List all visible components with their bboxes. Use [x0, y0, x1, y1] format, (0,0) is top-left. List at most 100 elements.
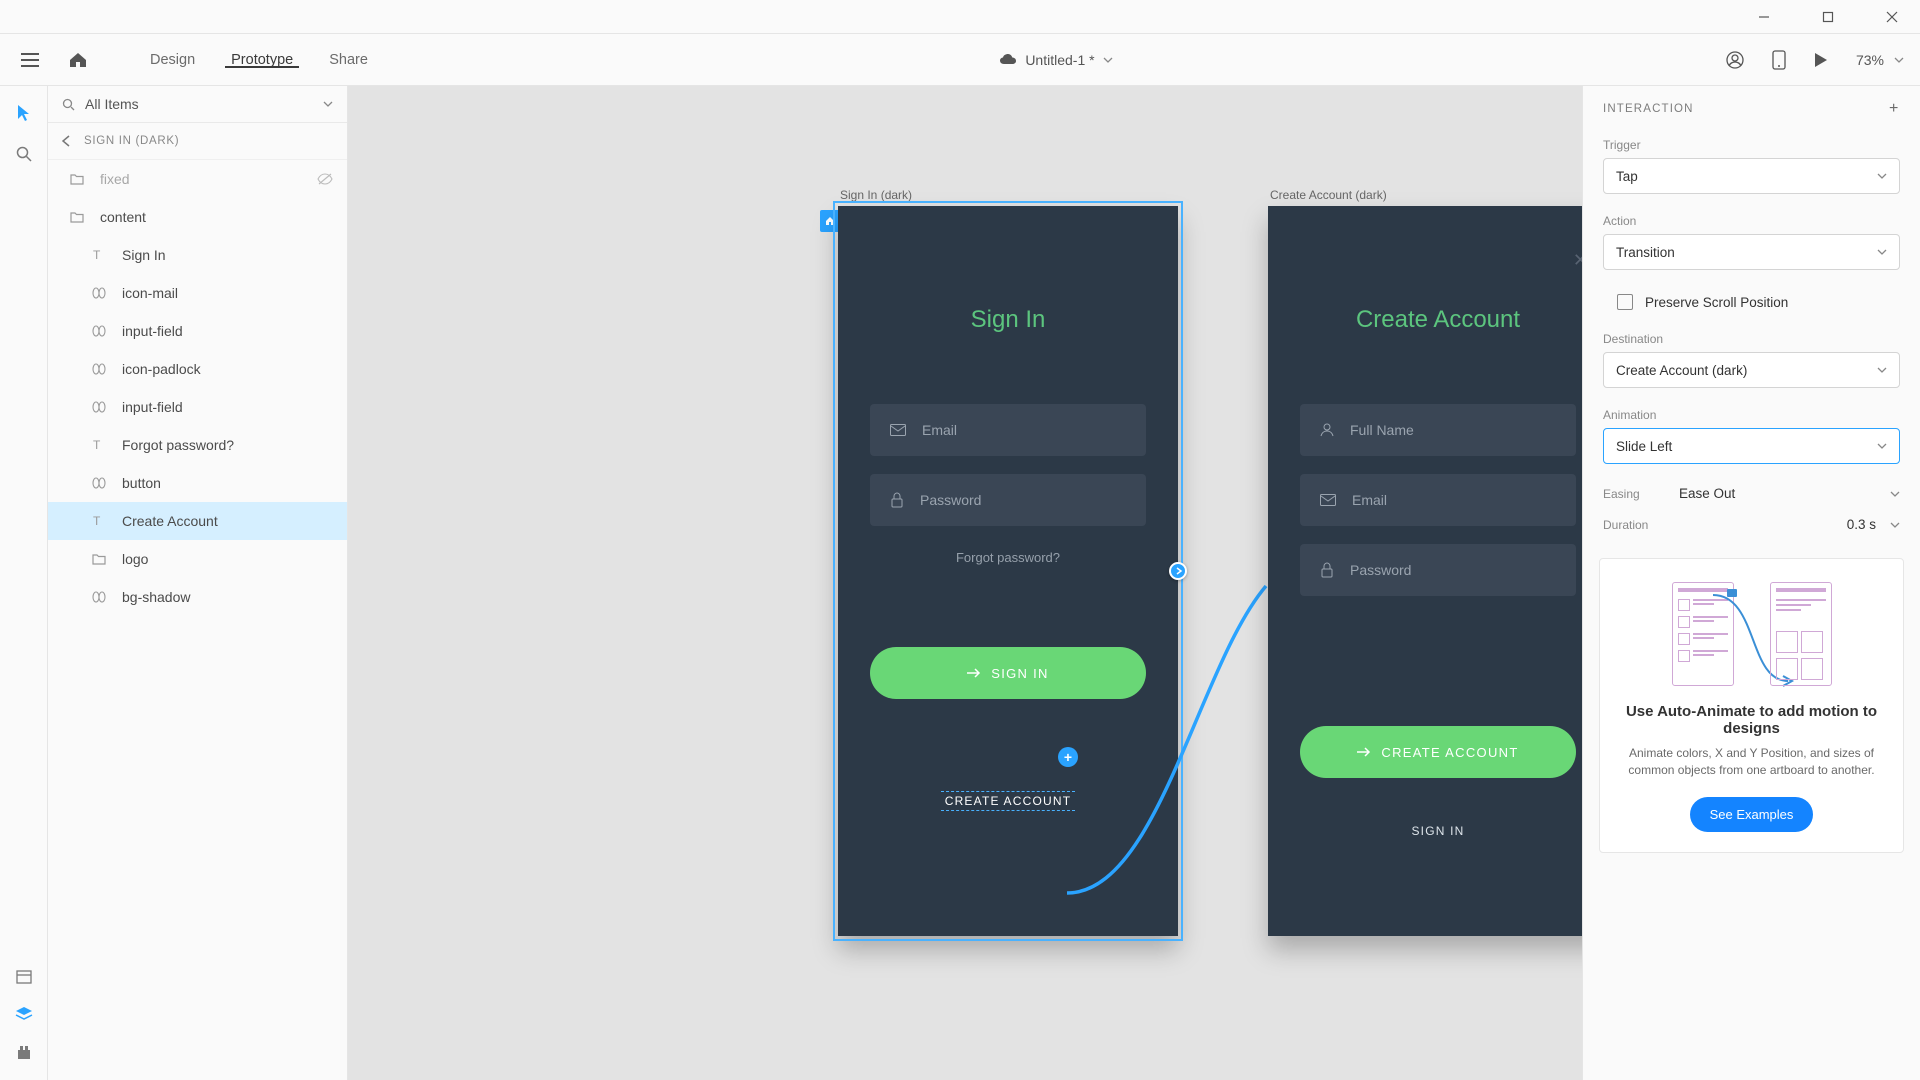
home-icon[interactable]	[64, 34, 92, 86]
play-icon[interactable]	[1814, 52, 1828, 68]
layer-label: icon-padlock	[122, 361, 201, 377]
artboard-heading: Sign In	[838, 306, 1178, 334]
chevron-down-icon[interactable]	[1103, 57, 1113, 63]
create-account-button: CREATE ACCOUNT	[1300, 726, 1576, 778]
hint-illustration	[1620, 579, 1883, 689]
layer-label: content	[100, 209, 146, 225]
tab-design[interactable]: Design	[132, 52, 213, 68]
libraries-icon[interactable]	[16, 970, 32, 984]
add-interaction-handle[interactable]: +	[1058, 747, 1078, 767]
back-icon[interactable]	[62, 135, 70, 147]
user-avatar-icon[interactable]	[1726, 51, 1744, 69]
layer-row[interactable]: logo	[48, 540, 347, 578]
easing-select[interactable]: Ease Out	[1679, 486, 1900, 501]
component-icon	[92, 362, 108, 376]
device-preview-icon[interactable]	[1772, 50, 1786, 70]
svg-text:T: T	[93, 249, 101, 261]
text-icon: T	[92, 249, 108, 261]
layers-filter[interactable]: All Items	[48, 86, 347, 123]
trigger-label: Trigger	[1603, 138, 1900, 152]
layer-label: icon-mail	[122, 285, 178, 301]
layer-row[interactable]: input-field	[48, 388, 347, 426]
svg-text:T: T	[93, 439, 101, 451]
interaction-panel: INTERACTION + Trigger Tap Action Transit…	[1582, 86, 1920, 1080]
see-examples-button[interactable]: See Examples	[1690, 797, 1814, 832]
folder-icon	[70, 211, 86, 223]
layer-label: Create Account	[122, 513, 218, 529]
home-artboard-badge[interactable]	[820, 210, 840, 232]
layer-row[interactable]: fixed	[48, 160, 347, 198]
duration-label: Duration	[1603, 518, 1659, 532]
layer-row[interactable]: icon-mail	[48, 274, 347, 312]
hamburger-menu-icon[interactable]	[16, 34, 44, 86]
window-minimize-button[interactable]	[1744, 3, 1784, 31]
window-close-button[interactable]	[1872, 3, 1912, 31]
layer-row[interactable]: TForgot password?	[48, 426, 347, 464]
tab-share[interactable]: Share	[311, 52, 386, 68]
search-icon[interactable]	[16, 146, 32, 162]
prototype-handle[interactable]	[1169, 562, 1187, 580]
artboard-heading: Create Account	[1268, 306, 1582, 334]
svg-text:T: T	[93, 515, 101, 527]
layer-row[interactable]: T Create Account	[48, 502, 347, 540]
document-title[interactable]: Untitled-1 *	[1025, 52, 1094, 68]
layer-row[interactable]: T Sign In	[48, 236, 347, 274]
select-tool-icon[interactable]	[17, 104, 31, 122]
destination-select[interactable]: Create Account (dark)	[1603, 352, 1900, 388]
easing-label: Easing	[1603, 487, 1659, 501]
layer-label: fixed	[100, 171, 130, 187]
action-label: Action	[1603, 214, 1900, 228]
input-fullname: Full Name	[1300, 404, 1576, 456]
app-toolbar: Design Prototype Share Untitled-1 * 73%	[0, 34, 1920, 86]
window-titlebar	[0, 0, 1920, 34]
input-password: Password	[870, 474, 1146, 526]
artboard-sign-in[interactable]: Sign In Email Password Forgot password? …	[838, 206, 1178, 936]
sign-in-link: SIGN IN	[1268, 824, 1582, 838]
layer-row[interactable]: content	[48, 198, 347, 236]
layers-panel-icon[interactable]	[15, 1006, 33, 1022]
duration-select[interactable]: 0.3 s	[1679, 517, 1900, 532]
component-icon	[92, 590, 108, 604]
component-icon	[92, 324, 108, 338]
layer-row[interactable]: bg-shadow	[48, 578, 347, 616]
layer-label: Sign In	[122, 247, 166, 263]
action-select[interactable]: Transition	[1603, 234, 1900, 270]
layer-label: input-field	[122, 399, 183, 415]
hint-body: Animate colors, X and Y Position, and si…	[1620, 745, 1883, 779]
artboard-label[interactable]: Sign In (dark)	[840, 188, 912, 202]
canvas[interactable]: Sign In (dark) Sign In Email Password Fo…	[348, 86, 1582, 1080]
layer-label: bg-shadow	[122, 589, 191, 605]
input-email: Email	[1300, 474, 1576, 526]
artboard-label[interactable]: Create Account (dark)	[1270, 188, 1387, 202]
layer-row[interactable]: input-field	[48, 312, 347, 350]
layer-label: logo	[122, 551, 148, 567]
folder-icon	[92, 553, 108, 565]
zoom-level[interactable]: 73%	[1856, 52, 1904, 68]
sign-in-button: SIGN IN	[870, 647, 1146, 699]
create-account-link[interactable]: CREATE ACCOUNT	[941, 791, 1076, 811]
forgot-password-link: Forgot password?	[838, 550, 1178, 565]
layer-row[interactable]: icon-padlock	[48, 350, 347, 388]
input-password: Password	[1300, 544, 1576, 596]
visibility-icon[interactable]	[317, 173, 333, 185]
preserve-scroll-checkbox[interactable]: Preserve Scroll Position	[1583, 284, 1920, 326]
tab-prototype[interactable]: Prototype	[213, 52, 311, 68]
text-icon: T	[92, 439, 108, 451]
layer-label: input-field	[122, 323, 183, 339]
trigger-select[interactable]: Tap	[1603, 158, 1900, 194]
artboard-create-account[interactable]: ✕ Create Account Full Name Email Passwor…	[1268, 206, 1582, 936]
hint-title: Use Auto-Animate to add motion to design…	[1620, 703, 1883, 737]
component-icon	[92, 286, 108, 300]
panel-title: INTERACTION	[1603, 103, 1694, 115]
auto-animate-hint: Use Auto-Animate to add motion to design…	[1599, 558, 1904, 853]
layers-panel: All Items SIGN IN (DARK) fixed content T Si…	[48, 86, 348, 1080]
layer-row[interactable]: button	[48, 464, 347, 502]
add-interaction-icon[interactable]: +	[1889, 100, 1900, 118]
cloud-icon	[999, 53, 1017, 66]
input-email: Email	[870, 404, 1146, 456]
animation-select[interactable]: Slide Left	[1603, 428, 1900, 464]
tool-dock	[0, 86, 48, 1080]
window-maximize-button[interactable]	[1808, 3, 1848, 31]
layers-breadcrumb[interactable]: SIGN IN (DARK)	[48, 123, 347, 160]
plugins-icon[interactable]	[16, 1044, 32, 1060]
